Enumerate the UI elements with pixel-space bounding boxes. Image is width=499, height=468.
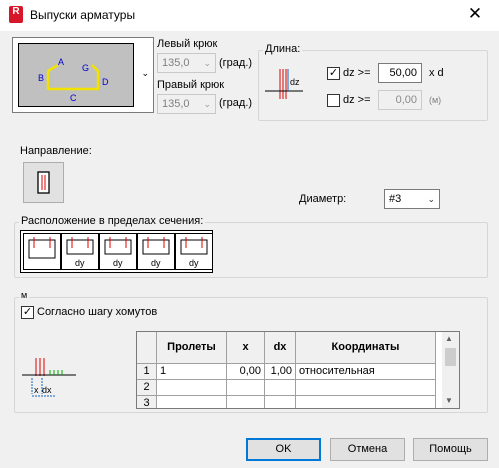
length-dz-m-input[interactable]: 0,00 — [378, 90, 422, 110]
grid-cell-spans[interactable]: 1 — [157, 364, 227, 380]
section-icon: dy — [180, 237, 208, 268]
location-button-1[interactable] — [23, 233, 61, 270]
chevron-down-icon: ⌄ — [141, 68, 149, 78]
svg-text:dy: dy — [189, 258, 199, 268]
spacing-icon-dx: dx — [42, 385, 52, 395]
grid-row-number[interactable]: 3 — [137, 396, 157, 408]
direction-label: Направление: — [20, 145, 92, 157]
hook-label-a: A — [58, 57, 64, 67]
hook-preview-icon: A B G C D — [38, 57, 109, 103]
right-hook-select[interactable]: 135,0 ⌄ — [157, 94, 216, 114]
location-button-4[interactable]: dy — [137, 233, 175, 270]
diameter-label: Диаметр: — [299, 193, 347, 205]
cancel-button[interactable]: Отмена — [330, 438, 405, 461]
location-button-5[interactable]: dy — [175, 233, 213, 270]
grid-cell-dx[interactable]: 1,00 — [265, 364, 296, 380]
length-dz-unit: x d — [429, 67, 444, 79]
spacing-icon-x: x — [34, 385, 39, 395]
left-hook-select[interactable]: 135,0 ⌄ — [157, 53, 216, 73]
spans-grid[interactable]: Пролеты x dx Координаты 1 1 0,00 1,00 от… — [136, 331, 460, 409]
help-button[interactable]: Помощь — [413, 438, 488, 461]
section-icon: dy — [104, 237, 132, 268]
grid-cell-x[interactable] — [227, 396, 265, 408]
grid-cell-coords[interactable]: относительная — [296, 364, 436, 380]
chevron-down-icon: ⌄ — [427, 194, 435, 204]
hook-label-d: D — [102, 77, 109, 87]
grid-cell-x[interactable] — [227, 380, 265, 396]
location-label: Расположение в пределах сечения: — [19, 215, 206, 227]
spacing-checkbox[interactable]: ✓ — [21, 306, 34, 319]
svg-text:dy: dy — [151, 258, 161, 268]
length-dz-m-checkbox[interactable] — [327, 94, 340, 107]
svg-text:dy: dy — [113, 258, 123, 268]
diameter-value: #3 — [389, 193, 402, 205]
svg-text:dy: dy — [75, 258, 85, 268]
grid-cell-dx[interactable] — [265, 396, 296, 408]
hook-shape-selector[interactable]: A B G C D ⌄ — [12, 37, 154, 113]
section-icon: dy — [66, 237, 94, 268]
diameter-select[interactable]: #3 ⌄ — [384, 189, 440, 209]
grid-corner — [137, 332, 157, 364]
length-dz-checkbox[interactable]: ✓ — [327, 67, 340, 80]
spacing-group-label: м — [19, 290, 30, 300]
length-dz-label: dz >= — [343, 67, 371, 79]
grid-row-number[interactable]: 1 — [137, 364, 157, 380]
window-title: Выпуски арматуры — [30, 8, 136, 22]
grid-cell-spans[interactable] — [157, 396, 227, 408]
scroll-down-icon[interactable]: ▼ — [445, 396, 453, 405]
right-hook-unit: (град.) — [219, 97, 253, 109]
hook-label-g: G — [82, 63, 89, 73]
grid-header-x[interactable]: x — [227, 332, 265, 364]
direction-button[interactable] — [23, 162, 64, 203]
chevron-down-icon: ⌄ — [203, 58, 211, 68]
grid-header-spans[interactable]: Пролеты — [157, 332, 227, 364]
hook-label-b: B — [38, 73, 44, 83]
length-dz-m-label: dz >= — [343, 94, 371, 106]
location-button-2[interactable]: dy — [61, 233, 99, 270]
length-dz-input[interactable]: 50,00 — [378, 63, 422, 83]
spacing-diagram-icon: x dx — [22, 358, 76, 397]
scroll-thumb[interactable] — [445, 348, 456, 366]
section-icon — [28, 237, 56, 259]
grid-header-coords[interactable]: Координаты — [296, 332, 436, 364]
grid-cell-coords[interactable] — [296, 380, 436, 396]
ok-button[interactable]: OK — [246, 438, 321, 461]
left-hook-value: 135,0 — [162, 57, 190, 69]
chevron-down-icon: ⌄ — [203, 99, 211, 109]
right-hook-label: Правый крюк — [157, 79, 225, 91]
scroll-up-icon[interactable]: ▲ — [445, 334, 453, 343]
length-dz-m-unit: (м) — [429, 95, 442, 105]
grid-row-number[interactable]: 2 — [137, 380, 157, 396]
grid-header-dx[interactable]: dx — [265, 332, 296, 364]
length-dz-icon: dz — [265, 69, 303, 99]
close-icon[interactable]: ✕ — [460, 4, 490, 26]
grid-cell-x[interactable]: 0,00 — [227, 364, 265, 380]
spacing-checkbox-label: Согласно шагу хомутов — [37, 306, 158, 318]
app-logo-icon: R — [9, 6, 23, 23]
hook-label-c: C — [70, 93, 77, 103]
grid-cell-coords[interactable] — [296, 396, 436, 408]
length-icon-label: dz — [290, 77, 300, 87]
left-hook-unit: (град.) — [219, 57, 253, 69]
grid-scrollbar[interactable]: ▲ ▼ — [442, 332, 459, 408]
grid-cell-spans[interactable] — [157, 380, 227, 396]
length-title: Длина: — [263, 43, 303, 55]
direction-icon — [37, 171, 50, 194]
section-icon: dy — [142, 237, 170, 268]
location-button-3[interactable]: dy — [99, 233, 137, 270]
right-hook-value: 135,0 — [162, 98, 190, 110]
left-hook-label: Левый крюк — [157, 38, 218, 50]
grid-cell-dx[interactable] — [265, 380, 296, 396]
